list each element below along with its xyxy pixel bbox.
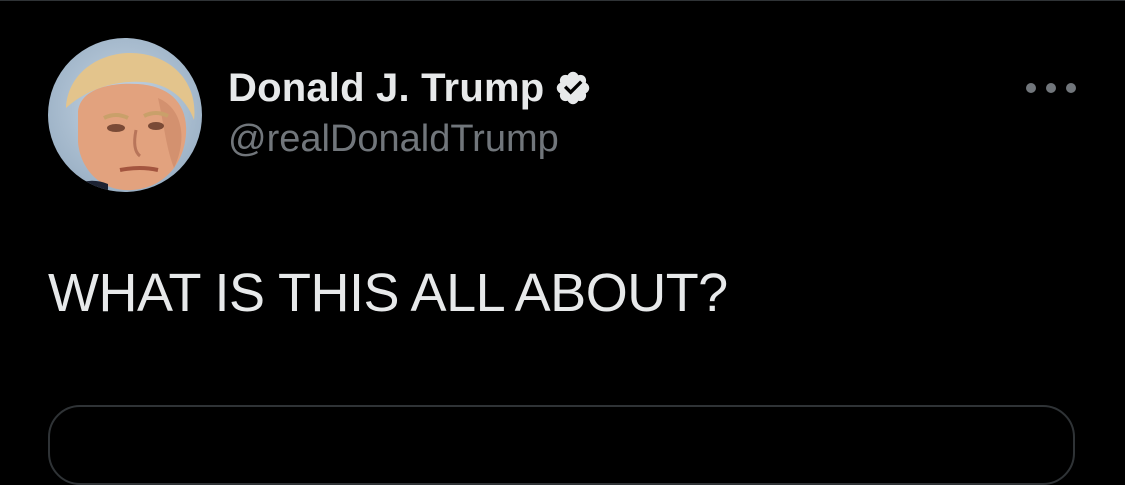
user-handle[interactable]: @realDonaldTrump	[228, 118, 592, 161]
more-options-button[interactable]	[1026, 74, 1076, 102]
verified-badge-icon	[554, 69, 592, 107]
avatar[interactable]	[48, 38, 202, 192]
ellipsis-icon	[1026, 83, 1036, 93]
avatar-image	[66, 52, 195, 192]
ellipsis-icon	[1066, 83, 1076, 93]
tweet: Donald J. Trump @realDonaldTrump WHAT IS…	[0, 0, 1125, 485]
ellipsis-icon	[1046, 83, 1056, 93]
embedded-media-card[interactable]	[48, 405, 1075, 485]
name-row: Donald J. Trump	[228, 62, 592, 114]
tweet-text: WHAT IS THIS ALL ABOUT?	[48, 263, 728, 323]
display-name[interactable]: Donald J. Trump	[228, 66, 544, 111]
tweet-author: Donald J. Trump @realDonaldTrump	[228, 62, 592, 161]
